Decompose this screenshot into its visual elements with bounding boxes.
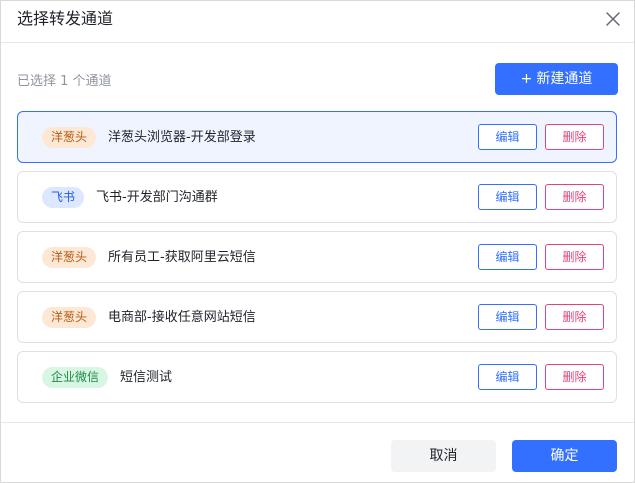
confirm-button[interactable]: 确定 — [512, 440, 617, 472]
channel-type-tag: 飞书 — [42, 187, 85, 208]
delete-button[interactable]: 删除 — [545, 124, 604, 150]
plus-icon: + — [520, 71, 533, 87]
select-channel-dialog: 选择转发通道 已选择 1 个通道 + 新建通道 洋葱头 洋葱头浏览器-开发部登录 … — [0, 0, 635, 483]
channel-name: 所有员工-获取阿里云短信 — [108, 250, 256, 265]
channel-name: 短信测试 — [120, 370, 173, 385]
dialog-title: 选择转发通道 — [17, 9, 114, 28]
delete-button[interactable]: 删除 — [545, 184, 604, 210]
edit-button[interactable]: 编辑 — [478, 124, 537, 150]
channel-item[interactable]: 飞书 飞书-开发部门沟通群 编辑 删除 — [17, 171, 617, 223]
dialog-footer: 取消 确定 — [1, 422, 634, 482]
selected-count: 已选择 1 个通道 — [17, 74, 112, 89]
channel-type-tag: 洋葱头 — [42, 307, 97, 328]
channel-list: 洋葱头 洋葱头浏览器-开发部登录 编辑 删除 飞书 飞书-开发部门沟通群 编辑 … — [17, 111, 617, 411]
delete-button[interactable]: 删除 — [545, 364, 604, 390]
delete-button[interactable]: 删除 — [545, 244, 604, 270]
channel-item[interactable]: 洋葱头 电商部-接收任意网站短信 编辑 删除 — [17, 291, 617, 343]
edit-button[interactable]: 编辑 — [478, 184, 537, 210]
edit-button[interactable]: 编辑 — [478, 244, 537, 270]
channel-type-tag: 企业微信 — [42, 367, 109, 388]
channel-item[interactable]: 洋葱头 所有员工-获取阿里云短信 编辑 删除 — [17, 231, 617, 283]
delete-button[interactable]: 删除 — [545, 304, 604, 330]
channel-item[interactable]: 企业微信 短信测试 编辑 删除 — [17, 351, 617, 403]
close-icon — [606, 12, 620, 26]
channel-item[interactable]: 洋葱头 洋葱头浏览器-开发部登录 编辑 删除 — [17, 111, 617, 163]
new-channel-button[interactable]: + 新建通道 — [495, 63, 618, 95]
new-channel-label: 新建通道 — [536, 71, 593, 87]
channel-name: 电商部-接收任意网站短信 — [108, 310, 256, 325]
dialog-toolbar: 已选择 1 个通道 + 新建通道 — [1, 63, 634, 95]
channel-name: 飞书-开发部门沟通群 — [96, 190, 218, 205]
dialog-header: 选择转发通道 — [1, 1, 634, 43]
close-button[interactable] — [604, 10, 622, 28]
cancel-button[interactable]: 取消 — [391, 440, 496, 472]
edit-button[interactable]: 编辑 — [478, 364, 537, 390]
channel-type-tag: 洋葱头 — [42, 247, 97, 268]
channel-name: 洋葱头浏览器-开发部登录 — [108, 130, 256, 145]
edit-button[interactable]: 编辑 — [478, 304, 537, 330]
channel-type-tag: 洋葱头 — [42, 127, 97, 148]
